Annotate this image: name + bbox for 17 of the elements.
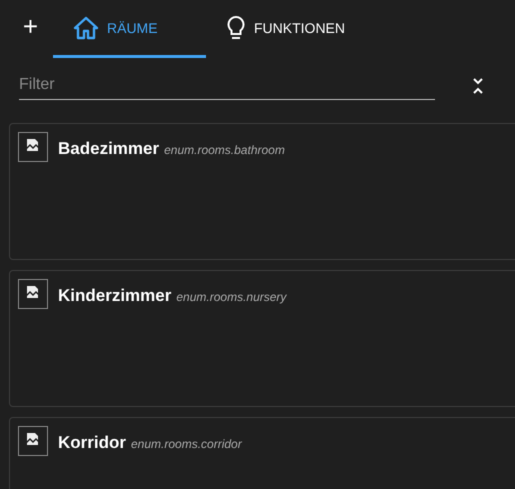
home-icon [73, 16, 99, 40]
broken-image-icon [18, 132, 48, 162]
expand-collapse-button[interactable] [471, 76, 485, 96]
room-name: Korridor [58, 433, 126, 453]
chevrons-icon [471, 76, 485, 96]
room-name: Kinderzimmer [58, 286, 172, 306]
filter-field[interactable]: Filter [19, 72, 435, 100]
add-button[interactable]: + [0, 0, 53, 58]
lightbulb-icon [226, 14, 246, 40]
tab[interactable]: FUNKTIONEN [206, 0, 359, 58]
room-id: enum.rooms.bathroom [164, 143, 285, 157]
room-id: enum.rooms.nursery [176, 290, 286, 304]
tab[interactable]: RÄUME [53, 0, 206, 58]
broken-image-icon [18, 426, 48, 456]
room-name: Badezimmer [58, 139, 160, 159]
broken-image-icon [18, 279, 48, 309]
room-id: enum.rooms.corridor [131, 437, 242, 451]
